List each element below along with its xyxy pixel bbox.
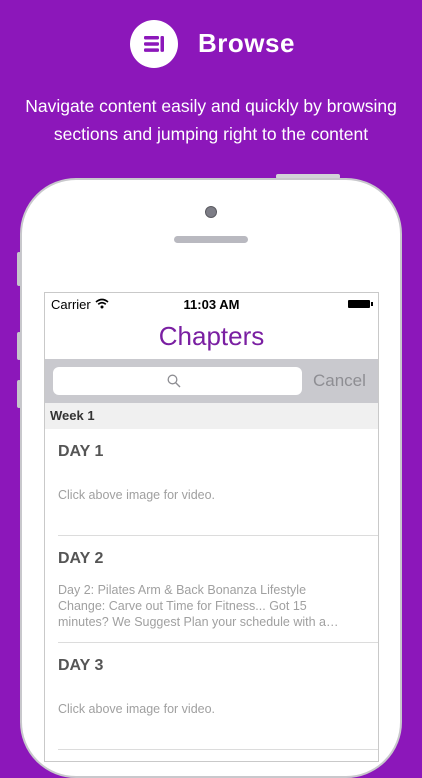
item-description: Click above image for video. [58, 488, 216, 502]
list-item[interactable]: DAY 2 Day 2: Pilates Arm & Back Bonanza … [58, 536, 378, 643]
camera [205, 206, 217, 218]
status-bar: Carrier 11:03 AM [45, 293, 378, 315]
status-time: 11:03 AM [183, 297, 240, 312]
promo-subtitle: Navigate content easily and quickly by b… [25, 96, 397, 144]
app-screen: Carrier 11:03 AM Chapters Cancel Week 1 … [44, 292, 379, 762]
speaker [174, 236, 248, 243]
item-title: DAY 3 [58, 657, 104, 674]
item-title: DAY 2 [58, 550, 104, 567]
volume-up-button [17, 332, 21, 360]
list-menu-icon [144, 36, 164, 52]
list-item[interactable]: DAY 1 Click above image for video. [58, 429, 378, 536]
search-bar: Cancel [45, 359, 378, 403]
battery-icon [348, 300, 373, 308]
section-header: Week 1 [45, 403, 378, 429]
search-icon [167, 374, 181, 388]
mute-switch [17, 252, 21, 286]
volume-down-button [17, 380, 21, 408]
item-description: Day 2: Pilates Arm & Back Bonanza Lifest… [58, 583, 339, 629]
browse-logo [130, 20, 178, 68]
item-title: DAY 1 [58, 443, 104, 460]
promo-title: Browse [198, 28, 295, 58]
list-item[interactable]: DAY 3 Click above image for video. [58, 643, 378, 750]
page-title: Chapters [158, 321, 265, 351]
cancel-button[interactable]: Cancel [313, 359, 366, 403]
item-description: Click above image for video. [58, 702, 216, 716]
